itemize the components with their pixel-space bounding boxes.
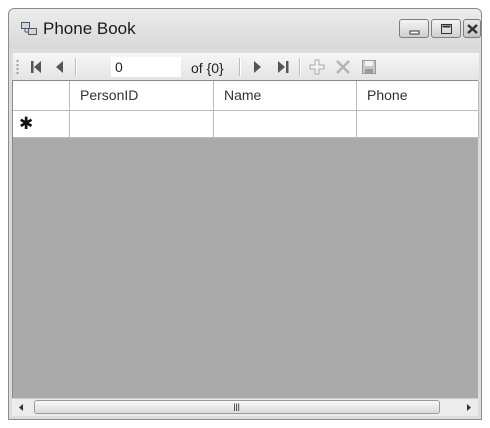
column-header-personid[interactable]: PersonID — [70, 81, 214, 111]
toolbar-separator — [75, 58, 77, 76]
move-next-button[interactable] — [247, 57, 267, 77]
close-icon — [467, 24, 478, 34]
maximize-button[interactable] — [431, 19, 461, 38]
move-previous-icon — [56, 61, 63, 73]
position-input[interactable] — [111, 57, 181, 77]
column-header-name[interactable]: Name — [214, 81, 357, 111]
move-first-button[interactable] — [27, 57, 47, 77]
move-last-button[interactable] — [273, 57, 293, 77]
app-icon — [21, 22, 37, 36]
personid-cell[interactable] — [70, 111, 214, 138]
add-new-icon — [309, 59, 325, 75]
scroll-thumb[interactable]: III — [34, 400, 440, 414]
close-button[interactable] — [463, 19, 481, 38]
delete-icon — [336, 60, 350, 74]
scroll-left-icon — [19, 404, 23, 411]
move-next-icon — [254, 61, 261, 73]
record-count-label: of {0} — [191, 60, 224, 76]
horizontal-scrollbar[interactable]: III — [12, 398, 478, 416]
minimize-button[interactable] — [399, 19, 429, 38]
people-data-grid[interactable]: PersonID Name Phone ✱ — [12, 80, 479, 400]
save-button[interactable] — [359, 57, 379, 77]
save-icon — [362, 60, 376, 74]
scroll-right-icon — [467, 404, 471, 411]
add-new-button[interactable] — [307, 57, 327, 77]
name-cell[interactable] — [214, 111, 357, 138]
move-last-icon — [278, 61, 289, 73]
toolbar-separator — [299, 58, 301, 76]
title-bar[interactable]: Phone Book — [9, 9, 481, 49]
column-header-row: PersonID Name Phone — [13, 81, 479, 111]
move-first-icon — [31, 61, 41, 73]
minimize-icon — [409, 30, 420, 35]
maximize-icon — [441, 24, 452, 34]
row-header-cell[interactable]: ✱ — [13, 111, 70, 138]
binding-navigator: of {0} — [13, 53, 479, 81]
move-previous-button[interactable] — [51, 57, 71, 77]
column-header-phone[interactable]: Phone — [357, 81, 479, 111]
toolbar-separator — [239, 58, 241, 76]
phone-cell[interactable] — [357, 111, 479, 138]
new-record-row[interactable]: ✱ — [13, 111, 479, 138]
top-left-header-cell[interactable] — [13, 81, 70, 111]
delete-button[interactable] — [333, 57, 353, 77]
scroll-right-button[interactable] — [460, 399, 478, 416]
toolbar-grip[interactable] — [16, 59, 19, 75]
scroll-left-button[interactable] — [12, 399, 30, 416]
new-row-asterisk-icon: ✱ — [19, 114, 34, 133]
scroll-thumb-grip: III — [233, 402, 240, 414]
window-title: Phone Book — [43, 19, 136, 38]
